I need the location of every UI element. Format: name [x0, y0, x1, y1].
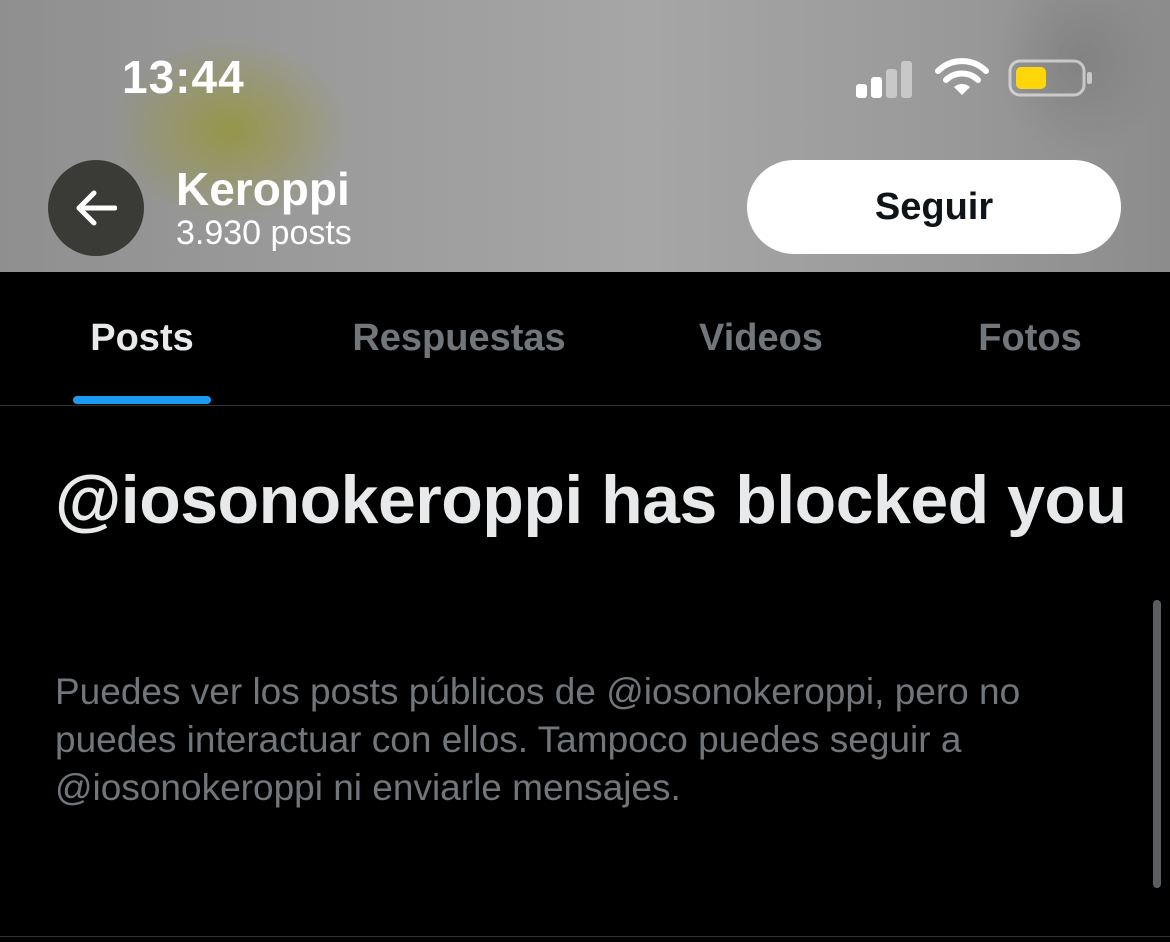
tab-respuestas[interactable]: Respuestas: [300, 272, 618, 405]
follow-button[interactable]: Seguir: [747, 160, 1121, 254]
blocked-description: Puedes ver los posts públicos de @iosono…: [55, 671, 1021, 808]
back-button[interactable]: [48, 160, 144, 256]
wifi-icon: [935, 58, 989, 95]
tab-videos[interactable]: Videos: [650, 272, 872, 405]
active-tab-indicator: [73, 396, 211, 404]
divider: [0, 936, 1170, 937]
profile-header: 13:44 Keroppi 3.930 posts Seguir: [0, 0, 1170, 272]
tab-posts[interactable]: Posts: [32, 272, 252, 405]
profile-tabs: Posts Respuestas Videos Fotos: [0, 272, 1170, 406]
scrollbar[interactable]: [1153, 600, 1161, 888]
tab-fotos[interactable]: Fotos: [930, 272, 1130, 405]
profile-name: Keroppi: [176, 163, 350, 215]
status-time: 13:44: [122, 51, 245, 103]
battery-icon: [1008, 59, 1092, 97]
back-arrow-icon: [76, 190, 117, 226]
profile-posts-count: 3.930 posts: [176, 214, 352, 252]
blocked-title: @iosonokeroppi has blocked you: [55, 462, 1127, 538]
signal-icon: [856, 58, 916, 98]
